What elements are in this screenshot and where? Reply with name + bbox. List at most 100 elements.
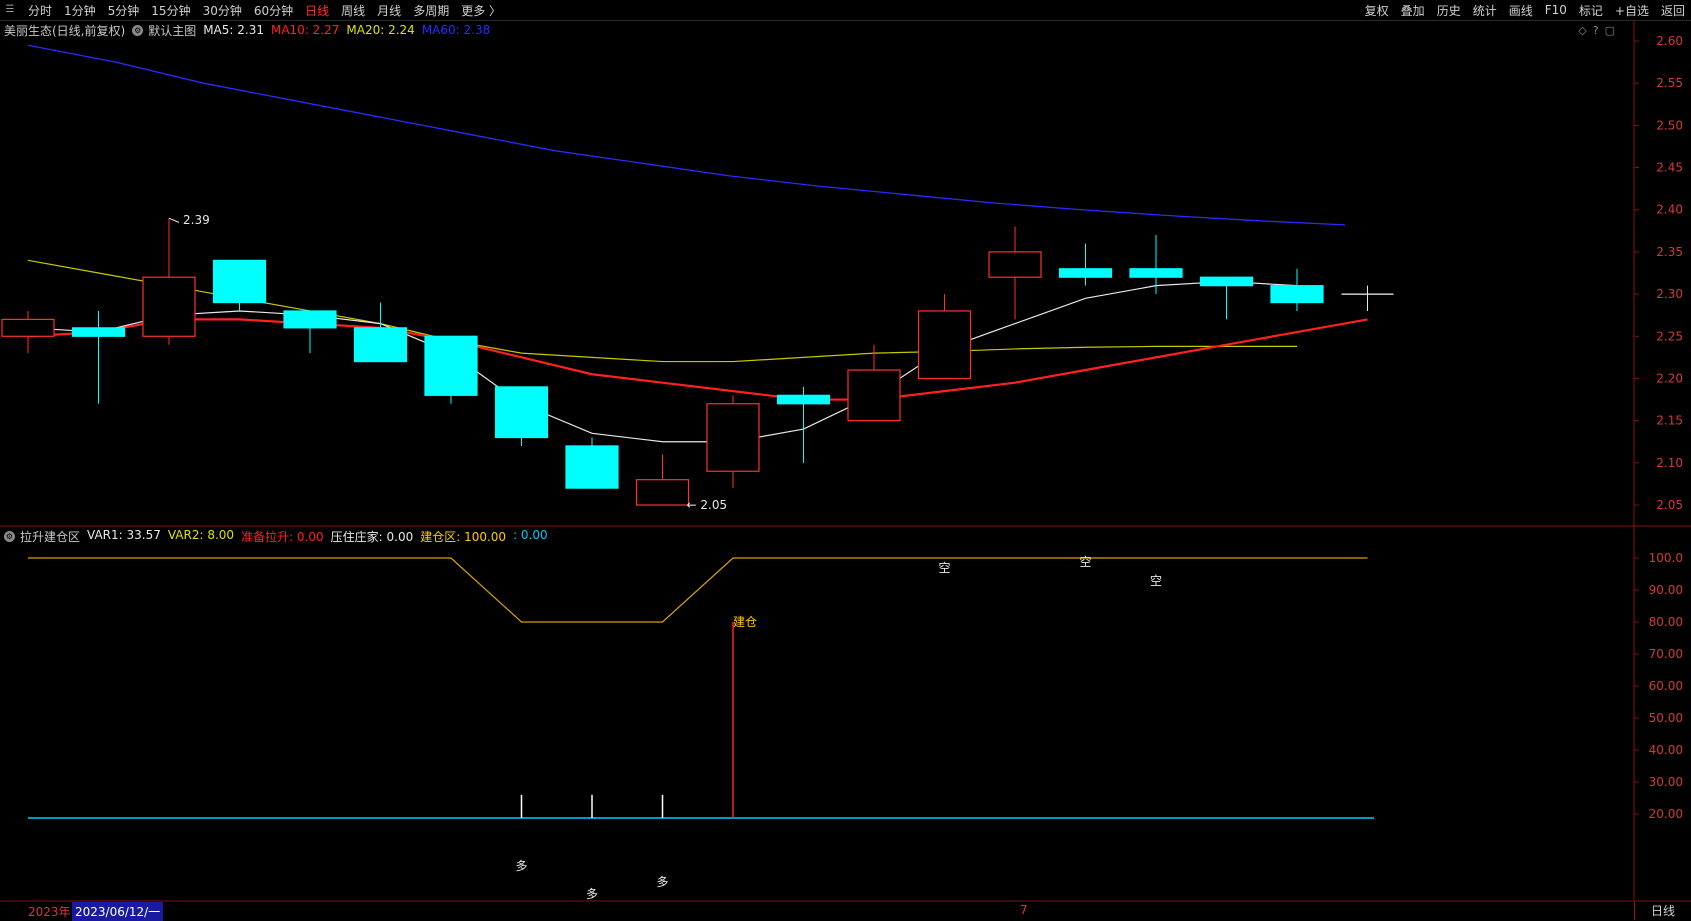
candle-body <box>353 327 408 363</box>
candle-body <box>917 310 972 380</box>
candle-body <box>847 369 901 422</box>
candle-body <box>212 259 267 304</box>
indicator-tick-label: 40.00 <box>1649 743 1683 757</box>
candle-body <box>283 310 337 329</box>
tool-button-3[interactable]: 统计 <box>1467 2 1503 19</box>
period-tab-2[interactable]: 5分钟 <box>102 2 146 19</box>
indicator-settings-icon[interactable]: ⚙ <box>4 530 15 542</box>
candle-body <box>1058 268 1113 278</box>
price-tick-label: 2.35 <box>1656 245 1683 259</box>
period-tab-4[interactable]: 30分钟 <box>197 2 248 19</box>
duo-marker: 多 <box>586 887 598 901</box>
indicator-legend: ⚙ 拉升建仓区 VAR1: 33.57 VAR2: 8.00 准备拉升: 0.00 压… <box>4 528 555 544</box>
period-tab-9[interactable]: 多周期 <box>407 2 455 19</box>
indicator-tick-label: 60.00 <box>1649 679 1683 693</box>
date-mark: 7 <box>1020 903 1028 917</box>
ma-legend-item-0: MA5: 2.31 <box>203 23 264 37</box>
tool-button-1[interactable]: 叠加 <box>1395 2 1431 19</box>
period-toolbar: ☰ 分时 1分钟 5分钟 15分钟 30分钟 60分钟 日线 周线 月线 多周期 更多 〉 复权 叠加… <box>0 0 1691 21</box>
indicator-legend-item-0: VAR1: 33.57 <box>87 527 161 542</box>
help-icon[interactable]: ? <box>1593 24 1599 37</box>
indicator-tick-label: 30.00 <box>1649 775 1683 789</box>
window-controls: ◇ ? ▢ <box>1578 24 1615 37</box>
ma-legend: MA5: 2.31 MA10: 2.27 MA20: 2.24 MA60: 2.38 <box>203 23 497 37</box>
candle-body <box>635 479 690 506</box>
period-tab-10[interactable]: 更多 〉 <box>455 2 507 19</box>
candle-body <box>71 327 126 337</box>
period-tab-0[interactable]: 分时 <box>22 2 58 19</box>
period-tab-8[interactable]: 月线 <box>371 2 407 19</box>
ma-legend-item-3: MA60: 2.38 <box>421 23 491 37</box>
kong-marker: 空 <box>938 561 950 575</box>
ma10-line <box>27 318 1368 401</box>
tool-button-0[interactable]: 复权 <box>1359 2 1395 19</box>
candle-body <box>1270 285 1324 304</box>
ma60-line <box>27 44 1346 226</box>
tool-button-6[interactable]: 标记 <box>1573 2 1609 19</box>
price-tick-label: 2.40 <box>1656 203 1683 217</box>
indicator-values: VAR1: 33.57 VAR2: 8.00 准备拉升: 0.00 压住庄家: 0.0… <box>87 528 555 545</box>
candle-body <box>988 251 1042 278</box>
jiancang-label: 建仓 <box>733 615 757 629</box>
tool-button-4[interactable]: 画线 <box>1503 2 1539 19</box>
indicator-legend-item-4: 建仓区: 100.00 <box>420 529 507 544</box>
tool-button-2[interactable]: 历史 <box>1431 2 1467 19</box>
price-tick-label: 2.25 <box>1656 329 1683 343</box>
indicator-tick-label: 50.00 <box>1649 711 1683 725</box>
candle-body <box>1199 276 1254 287</box>
period-label[interactable]: 日线 <box>1634 902 1691 920</box>
date-axis: 2023年 2023/06/12/一 7 <box>0 902 1634 921</box>
indicator-tick-label: 100.0 <box>1649 551 1683 565</box>
indicator-legend-item-5: : 0.00 <box>513 527 548 542</box>
kong-marker: 空 <box>1079 555 1091 569</box>
candle-body <box>1 318 55 337</box>
template-settings-icon[interactable]: ⚙ <box>132 24 144 36</box>
candle-body <box>494 386 549 439</box>
tool-button-7[interactable]: +自选 <box>1609 2 1655 19</box>
period-tab-3[interactable]: 15分钟 <box>145 2 196 19</box>
expand-icon[interactable]: ◇ <box>1578 24 1586 37</box>
period-tab-1[interactable]: 1分钟 <box>58 2 102 19</box>
indicator-tick-label: 20.00 <box>1649 807 1683 821</box>
candle-body <box>776 394 831 405</box>
duo-marker: 多 <box>515 859 527 873</box>
price-tick-label: 2.55 <box>1656 76 1683 90</box>
menu-icon[interactable]: ☰ <box>2 3 18 17</box>
right-toolbar: 复权 叠加 历史 统计 画线 F10 标记 +自选 返回 <box>1359 0 1691 20</box>
tool-button-5[interactable]: F10 <box>1539 3 1573 17</box>
main-title[interactable]: 美丽生态(日线,前复权) <box>4 22 125 39</box>
indicator-legend-item-3: 压住庄家: 0.00 <box>330 529 414 544</box>
price-tick-label: 2.50 <box>1656 118 1683 132</box>
indicator-tick-label: 70.00 <box>1649 647 1683 661</box>
period-tabs: 分时 1分钟 5分钟 15分钟 30分钟 60分钟 日线 周线 月线 多周期 更多 〉 <box>22 2 507 19</box>
candle-body <box>706 403 760 472</box>
tool-button-8[interactable]: 返回 <box>1655 2 1691 19</box>
period-tab-7[interactable]: 周线 <box>335 2 371 19</box>
main-chart-legend: 美丽生态(日线,前复权) ⚙ 默认主图 MA5: 2.31 MA10: 2.27 M… <box>4 22 497 38</box>
candle-body <box>142 276 196 337</box>
restore-icon[interactable]: ▢ <box>1605 24 1615 37</box>
high-marker <box>168 217 180 223</box>
price-tick-label: 2.05 <box>1656 498 1683 512</box>
chart-canvas[interactable]: 2.60 2.55 2.50 2.45 2.40 2.35 2.30 2.25 2.20 2.15… <box>0 20 1691 921</box>
main-template[interactable]: 默认主图 <box>148 22 196 39</box>
duo-marker: 多 <box>656 875 668 889</box>
indicator-tick-label: 90.00 <box>1649 583 1683 597</box>
period-tab-5[interactable]: 60分钟 <box>248 2 299 19</box>
candle-body <box>1129 268 1183 278</box>
candle-body <box>565 445 619 489</box>
price-tick-label: 2.20 <box>1656 371 1683 385</box>
price-tick-label: 2.10 <box>1656 456 1683 470</box>
indicator-tick-label: 80.00 <box>1649 615 1683 629</box>
price-tick-label: 2.30 <box>1656 287 1683 301</box>
high-label: 2.39 <box>183 213 210 227</box>
indicator-title[interactable]: 拉升建仓区 <box>20 528 80 545</box>
year-label: 2023年 <box>28 905 71 919</box>
price-tick-label: 2.60 <box>1656 34 1683 48</box>
indicator-legend-item-2: 准备拉升: 0.00 <box>241 529 324 544</box>
indicator-legend-item-1: VAR2: 8.00 <box>167 527 235 542</box>
period-tab-6[interactable]: 日线 <box>299 2 335 19</box>
price-tick-label: 2.15 <box>1656 414 1683 428</box>
indicator-upper-line <box>28 557 1368 623</box>
ma-legend-item-1: MA10: 2.27 <box>270 23 340 37</box>
